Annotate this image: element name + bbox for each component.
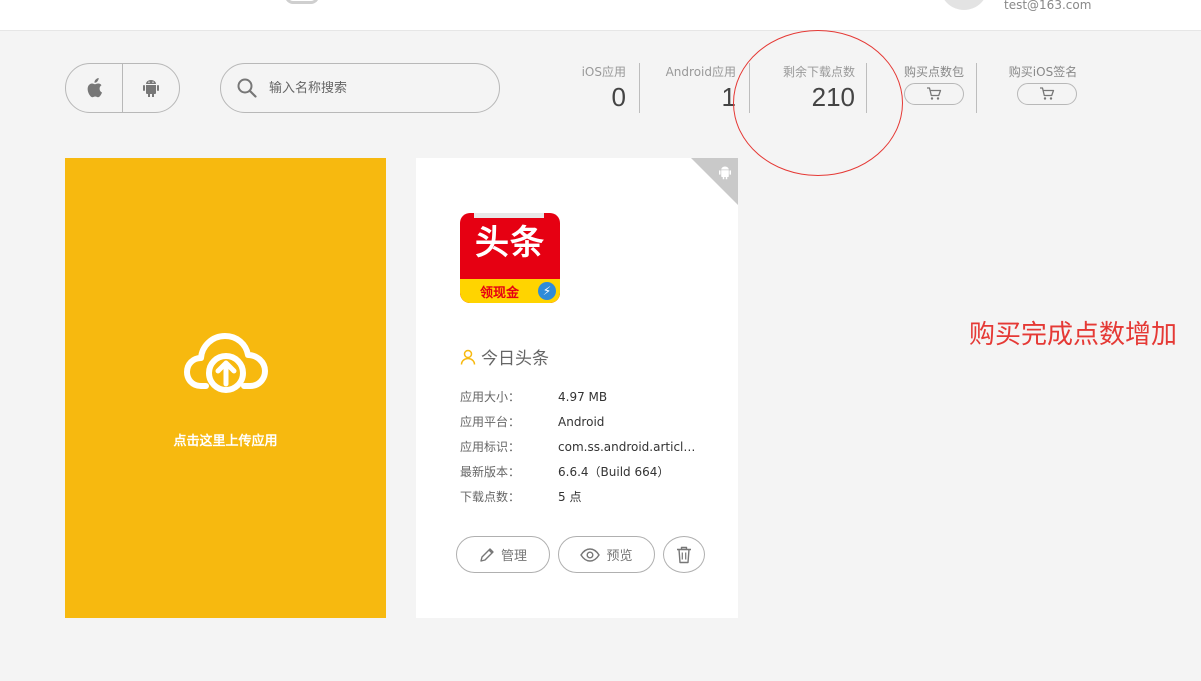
app-icon-title: 头条 — [475, 223, 545, 263]
android-apps-label: Android应用 — [665, 65, 736, 79]
info-key: 应用大小： — [460, 390, 521, 404]
platform-toggle — [65, 63, 180, 113]
android-apps-stat: Android应用 1 — [660, 63, 736, 113]
buy-ios-sign-button[interactable] — [1017, 83, 1077, 105]
preview-label: 预览 — [606, 549, 633, 564]
info-value: 4.97 MB — [558, 389, 608, 404]
trash-icon — [677, 546, 691, 563]
apple-icon — [87, 78, 102, 98]
manage-button[interactable]: 管理 — [456, 536, 550, 573]
user-icon — [460, 349, 476, 365]
app-icon-subtitle: 领现金 — [480, 286, 520, 301]
preview-button[interactable]: 预览 — [558, 536, 655, 573]
info-value: com.ss.android.article... — [558, 439, 698, 454]
cloud-upload-icon — [184, 333, 268, 393]
search-input[interactable] — [269, 80, 479, 96]
info-key: 应用标识： — [460, 440, 521, 454]
ios-apps-count: 0 — [611, 82, 626, 112]
cart-icon — [1040, 87, 1055, 100]
info-value: Android — [558, 414, 605, 429]
search-box — [220, 63, 500, 113]
user-email: test@163.com — [1004, 0, 1092, 12]
app-name-row: 今日头条 — [460, 344, 549, 369]
logo — [285, 0, 319, 4]
app-name: 今日头条 — [481, 349, 549, 369]
ios-apps-stat: iOS应用 0 — [568, 63, 626, 113]
eye-icon — [580, 547, 601, 562]
avatar[interactable] — [940, 0, 988, 10]
divider — [639, 63, 640, 113]
lightning-icon: ⚡ — [538, 282, 556, 300]
upload-label: 点击这里上传应用 — [173, 434, 278, 449]
search-icon — [237, 78, 257, 98]
android-icon — [143, 80, 159, 97]
info-row-platform: 应用平台： Android — [460, 409, 698, 434]
buy-points-button[interactable] — [904, 83, 964, 105]
divider — [976, 63, 977, 113]
android-filter-button[interactable] — [122, 64, 179, 112]
buy-ios-sign-label: 购买iOS签名 — [1008, 65, 1078, 79]
delete-button[interactable] — [663, 536, 705, 573]
app-icon-banner: 领现金 ⚡ — [460, 279, 560, 303]
manage-label: 管理 — [500, 549, 527, 564]
top-bar: test@163.com — [0, 0, 1201, 31]
buy-points-section: 购买点数包 — [898, 63, 970, 105]
annotation-text: 购买完成点数增加 — [969, 320, 1178, 350]
app-actions: 管理 预览 — [456, 536, 705, 573]
ios-filter-button[interactable] — [66, 64, 122, 112]
android-icon — [719, 166, 731, 180]
info-row-version: 最新版本： 6.6.4（Build 664） — [460, 459, 698, 484]
buy-points-label: 购买点数包 — [903, 65, 964, 79]
info-value: 6.6.4（Build 664） — [558, 465, 670, 479]
info-row-size: 应用大小： 4.97 MB — [460, 384, 698, 409]
pencil-icon — [480, 547, 494, 562]
info-key: 下载点数： — [460, 490, 521, 504]
info-row-bundle-id: 应用标识： com.ss.android.article... — [460, 434, 698, 459]
upload-app-card[interactable]: 点击这里上传应用 — [65, 158, 386, 618]
ios-apps-label: iOS应用 — [581, 65, 626, 79]
annotation-circle — [733, 30, 903, 176]
app-info-list: 应用大小： 4.97 MB 应用平台： Android 应用标识： com.ss… — [460, 384, 698, 509]
info-key: 最新版本： — [460, 465, 521, 479]
buy-ios-sign-section: 购买iOS签名 — [1003, 63, 1083, 105]
info-key: 应用平台： — [460, 415, 521, 429]
app-card: 头条 领现金 ⚡ 今日头条 应用大小： 4.97 MB 应用平台： Androi… — [416, 158, 738, 618]
app-icon[interactable]: 头条 领现金 ⚡ — [460, 213, 560, 303]
android-apps-count: 1 — [721, 82, 736, 112]
cart-icon — [927, 87, 942, 100]
info-row-download-points: 下载点数： 5 点 — [460, 484, 698, 509]
info-value: 5 点 — [558, 490, 582, 504]
